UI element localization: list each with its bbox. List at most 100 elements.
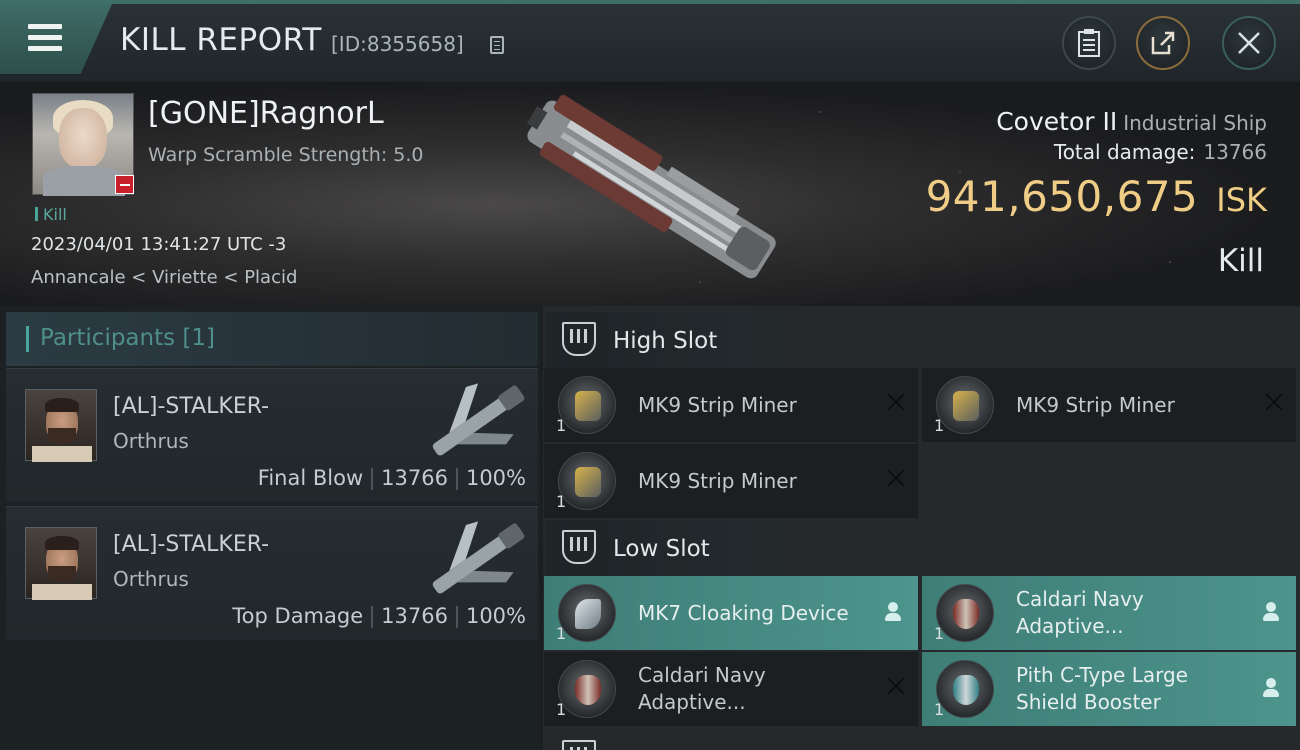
portrait-collar	[32, 584, 92, 600]
participant-ship-image	[432, 521, 525, 594]
mid-slot-icon	[562, 740, 596, 750]
strip-miner-icon	[558, 452, 616, 510]
kill-tag: Kill	[43, 205, 67, 224]
module-quantity: 1	[556, 624, 567, 643]
close-button[interactable]	[1222, 16, 1276, 70]
destroyed-x-icon	[886, 676, 906, 696]
adaptive-hardener-icon	[558, 660, 616, 718]
module-quantity: 1	[934, 700, 945, 719]
hamburger-icon-bar	[28, 35, 62, 40]
portrait-body	[43, 166, 125, 196]
icon-core	[953, 391, 979, 421]
module-name-line2: Adaptive...	[638, 690, 746, 714]
participant-name: [AL]-STALKER-	[113, 532, 270, 557]
module-item[interactable]: 1 Caldari Navy Adaptive...	[544, 652, 918, 726]
icon-core	[575, 675, 601, 705]
share-button[interactable]	[1136, 16, 1190, 70]
adaptive-hardener-icon	[936, 584, 994, 642]
participants-header: Participants [1]	[6, 312, 538, 366]
divider	[371, 468, 374, 490]
close-icon	[1238, 32, 1260, 54]
module-name: Caldari Navy	[1016, 587, 1144, 611]
participant-portrait[interactable]	[25, 389, 97, 462]
module-item[interactable]: 1 MK9 Strip Miner	[922, 368, 1296, 442]
portrait-face	[59, 108, 107, 168]
participant-stats: Final Blow 13766 100%	[258, 466, 526, 490]
victim-ship-image	[526, 95, 776, 279]
portrait-hair	[45, 398, 79, 412]
high-slot-title: High Slot	[613, 328, 718, 354]
icon-core	[575, 467, 601, 497]
header-accent	[26, 326, 29, 352]
kill-tag-marker	[35, 207, 38, 221]
module-name-line2: Adaptive...	[1016, 614, 1124, 638]
divider	[371, 606, 374, 628]
hamburger-icon-bar	[28, 46, 62, 51]
strip-miner-icon	[558, 376, 616, 434]
isk-value: 941,650,675	[925, 172, 1199, 221]
module-quantity: 1	[556, 492, 567, 511]
module-name: MK7 Cloaking Device	[638, 601, 849, 625]
copy-id-icon[interactable]	[490, 36, 504, 54]
kill-location[interactable]: Annancale < Viriette < Placid	[31, 267, 297, 288]
module-item-dropped[interactable]: 1 MK7 Cloaking Device	[544, 576, 918, 650]
icon-core	[953, 599, 979, 629]
icon-core	[953, 675, 979, 705]
divider	[455, 468, 458, 490]
module-name: Pith C-Type Large	[1016, 663, 1188, 687]
portrait-beard	[48, 428, 76, 444]
clipboard-icon	[1078, 29, 1100, 57]
participant-row[interactable]: [AL]-STALKER- Orthrus Top Damage 13766 100…	[6, 506, 538, 640]
participants-title: Participants [1]	[40, 325, 215, 351]
portrait-collar	[32, 446, 92, 462]
total-damage-value: 13766	[1203, 140, 1267, 164]
module-item[interactable]: 1 MK9 Strip Miner	[544, 368, 918, 442]
isk-loss: 941,650,675 ISK	[926, 172, 1267, 221]
module-quantity: 1	[934, 416, 945, 435]
module-name: MK9 Strip Miner	[1016, 393, 1175, 417]
divider	[455, 606, 458, 628]
result-label: Kill	[1217, 243, 1264, 279]
icon-core	[575, 391, 601, 421]
clipboard-button[interactable]	[1062, 16, 1116, 70]
mid-slot-header	[546, 736, 796, 750]
share-icon	[1151, 31, 1175, 55]
low-slot-title: Low Slot	[613, 536, 710, 562]
participant-role: Top Damage	[232, 604, 364, 628]
module-quantity: 1	[556, 700, 567, 719]
total-damage-label: Total damage:	[1053, 140, 1196, 164]
module-quantity: 1	[934, 624, 945, 643]
module-quantity: 1	[556, 416, 567, 435]
participant-role: Final Blow	[257, 466, 364, 490]
dropped-pilot-icon	[1262, 602, 1280, 622]
low-slot-icon	[562, 530, 596, 564]
module-name-line2: Shield Booster	[1016, 690, 1161, 714]
destroyed-x-icon	[1264, 392, 1284, 412]
shield-booster-icon	[936, 660, 994, 718]
ship-name[interactable]: Covetor II	[996, 107, 1117, 136]
cloaking-device-icon	[558, 584, 616, 642]
portrait-hair	[45, 536, 79, 550]
participant-damage: 13766	[381, 604, 448, 628]
dropped-pilot-icon	[1262, 678, 1280, 698]
icon-core	[575, 599, 601, 629]
participant-portrait[interactable]	[25, 527, 97, 600]
participant-row[interactable]: [AL]-STALKER- Orthrus Final Blow 13766 100…	[6, 368, 538, 502]
high-slot-header: High Slot	[546, 312, 796, 370]
ship-info: Covetor II Industrial Ship	[996, 107, 1267, 136]
module-name: MK9 Strip Miner	[638, 469, 797, 493]
module-item-dropped[interactable]: 1 Caldari Navy Adaptive...	[922, 576, 1296, 650]
portrait-beard	[48, 566, 76, 582]
participant-ship: Orthrus	[113, 567, 189, 591]
ship-class: Industrial Ship	[1123, 111, 1267, 135]
victim-name[interactable]: [GONE]RagnorL	[148, 96, 384, 131]
module-name: Caldari Navy	[638, 663, 766, 687]
low-slot-header: Low Slot	[546, 520, 796, 578]
isk-unit: ISK	[1216, 181, 1267, 219]
page-title: KILL REPORT	[120, 22, 322, 58]
module-item[interactable]: 1 MK9 Strip Miner	[544, 444, 918, 518]
participant-percent: 100%	[465, 466, 526, 490]
module-name: MK9 Strip Miner	[638, 393, 797, 417]
destroyed-x-icon	[886, 392, 906, 412]
module-item-dropped[interactable]: 1 Pith C-Type Large Shield Booster	[922, 652, 1296, 726]
